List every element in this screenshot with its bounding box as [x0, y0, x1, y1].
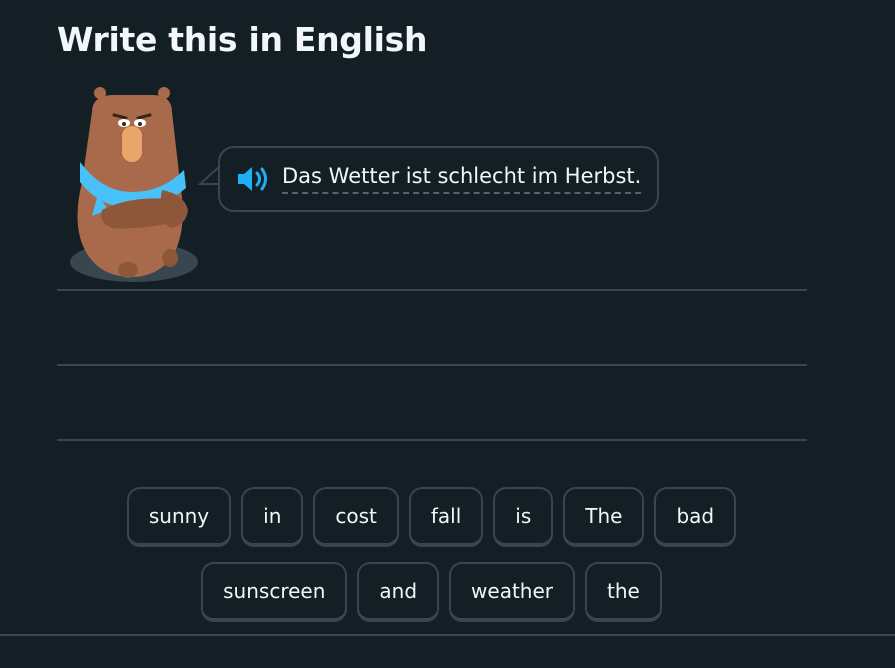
word-tile[interactable]: cost — [313, 487, 399, 547]
answer-line — [57, 289, 807, 291]
answer-line — [57, 364, 807, 366]
word-tile[interactable]: is — [493, 487, 554, 547]
prompt-sentence[interactable]: Das Wetter ist schlecht im Herbst. — [282, 164, 642, 194]
word-tile[interactable]: in — [241, 487, 304, 547]
word-tile[interactable]: sunscreen — [201, 562, 348, 622]
word-tile[interactable]: the — [585, 562, 662, 622]
speech-bubble-tail — [198, 165, 220, 185]
word-tile[interactable]: and — [357, 562, 440, 622]
answer-line — [57, 439, 807, 441]
word-tile[interactable]: sunny — [126, 487, 232, 547]
word-tile[interactable]: The — [563, 487, 645, 547]
speaker-icon[interactable] — [236, 164, 272, 194]
word-bank-row-1: sunny in cost fall is The bad — [0, 487, 863, 547]
footer-divider — [0, 634, 895, 636]
bear-mascot-icon — [70, 87, 198, 282]
word-tile[interactable]: bad — [654, 487, 737, 547]
page-title: Write this in English — [57, 20, 428, 59]
word-tile[interactable]: weather — [449, 562, 576, 622]
prompt-bubble: Das Wetter ist schlecht im Herbst. — [218, 146, 660, 212]
word-bank-row-2: sunscreen and weather the — [0, 562, 863, 622]
word-tile[interactable]: fall — [408, 487, 484, 547]
